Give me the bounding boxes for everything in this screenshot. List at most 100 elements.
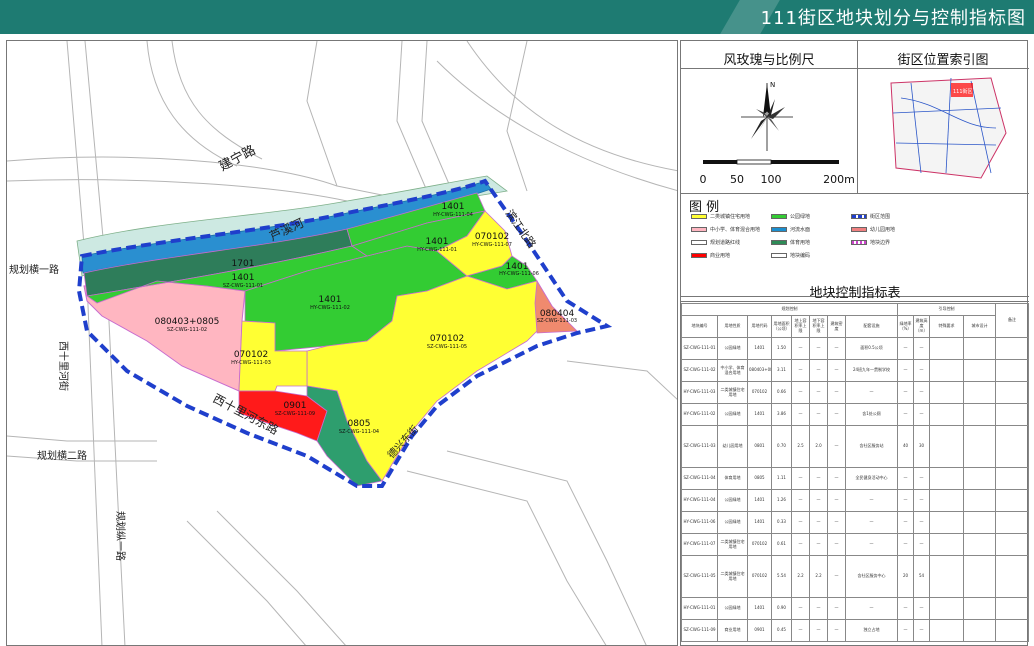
table-cell: —: [845, 597, 898, 620]
table-cell: —: [791, 511, 810, 534]
table-cell: —: [827, 511, 846, 534]
table-cell: —: [845, 511, 898, 534]
parcel-id-label: HY-CWG-111-06: [499, 271, 539, 277]
table-group-header: 引导控制: [897, 303, 996, 316]
table-cell: [995, 555, 1029, 598]
control-table: 规划控制 引导控制 备注 地块编号 用地性质 用地代码 用地面积（公顷） 地上容积率上限…: [681, 303, 1029, 642]
table-cell: —: [809, 511, 828, 534]
table-cell: 0.90: [771, 597, 792, 620]
table-header-cell: 建筑高度（m）: [913, 315, 930, 338]
table-cell: [995, 489, 1029, 512]
table-cell: [963, 555, 996, 598]
table-cell: 面积0.5公顷: [845, 337, 898, 360]
table-cell: —: [809, 597, 828, 620]
road-edge: [7, 179, 348, 202]
table-cell: [995, 337, 1029, 360]
parcel-code-label: 0805: [348, 419, 371, 429]
parcel-080404[interactable]: [534, 279, 578, 334]
table-cell: [929, 511, 964, 534]
table-cell: 体育用地: [717, 467, 748, 490]
legend-label: 中小学、体育混合用地: [710, 227, 761, 233]
table-cell: —: [791, 359, 810, 382]
table-cell: —: [913, 619, 930, 642]
legend-swatch: [691, 214, 707, 219]
divider: [681, 193, 1029, 194]
legend-label: 街区范围: [870, 214, 891, 220]
legend-swatch: [851, 214, 867, 219]
parcel-code-label: 1401: [442, 202, 465, 212]
parcel-id-label: SZ-CWG-111-03: [537, 318, 577, 324]
legend-item: 规划道路红线: [691, 239, 740, 246]
table-cell: 1401: [747, 403, 772, 426]
table-cell: [929, 403, 964, 426]
table-cell: —: [827, 359, 846, 382]
legend-swatch: [691, 227, 707, 232]
table-cell: —: [913, 359, 930, 382]
table-header-cell: 配套设施: [845, 315, 898, 338]
table-cell: —: [897, 619, 914, 642]
index-section-title: 街区位置索引图: [897, 53, 989, 68]
table-cell: —: [827, 403, 846, 426]
table-cell: SZ-CWG-111-01: [681, 337, 718, 360]
parcel-id-label: SZ-CWG-111-05: [427, 344, 467, 350]
table-cell: HY-CWG-111-02: [681, 403, 718, 426]
table-cell: 1401: [747, 511, 772, 534]
table-cell: —: [809, 337, 828, 360]
table-cell: 全民健身活动中心: [845, 467, 898, 490]
table-cell: 含1处公厕: [845, 403, 898, 426]
table-cell: —: [791, 597, 810, 620]
parcel-id-label: HY-CWG-111-01: [417, 247, 457, 253]
table-cell: —: [827, 619, 846, 642]
road-edge: [506, 41, 528, 192]
table-cell: 24班九年一贯制学校: [845, 359, 898, 382]
divider: [681, 301, 1029, 302]
legend-label: 规划道路红线: [710, 240, 741, 246]
table-cell: —: [913, 381, 930, 404]
table-cell: 3.11: [771, 359, 792, 382]
table-cell: 2.5: [791, 425, 810, 468]
legend-swatch: [691, 240, 707, 245]
road-edge: [446, 450, 647, 645]
table-cell: SZ-CWG-111-04: [681, 467, 718, 490]
table-cell: [929, 619, 964, 642]
land-use-map[interactable]: 建宁路 芦溪河 规划横一路 规划横二路 规划纵一路 西十里河街 西十里河东路 德…: [6, 40, 678, 646]
road-edge: [306, 41, 338, 187]
parcel-id-label: HY-CWG-111-02: [310, 305, 350, 311]
table-cell: —: [913, 403, 930, 426]
table-cell: [963, 511, 996, 534]
parcel-code-label: 070102: [234, 350, 268, 360]
parcel-id-label: SZ-CWG-111-09: [275, 411, 315, 417]
legend-label: 二类城镇住宅用地: [710, 214, 751, 220]
table-cell: 公园绿地: [717, 511, 748, 534]
table-row: SZ-CWG-111-01 公园绿地 1401 1.50— — — 面积0.5公顷 — —: [681, 337, 1029, 360]
table-group-header: 规划控制: [681, 303, 898, 316]
table-cell: —: [791, 467, 810, 490]
table-cell: —: [791, 619, 810, 642]
table-group-header: 备注: [995, 303, 1029, 338]
table-cell: HY-CWG-111-07: [681, 533, 718, 556]
scale-label-0: 0: [700, 173, 707, 186]
table-cell: 54: [913, 555, 930, 598]
legend-item: 地块边界: [851, 239, 890, 246]
table-cell: [995, 467, 1029, 490]
legend-swatch: [771, 214, 787, 219]
table-cell: 0.45: [771, 619, 792, 642]
map-canvas: 建宁路 芦溪河 规划横一路 规划横二路 规划纵一路 西十里河街 西十里河东路 德…: [7, 41, 677, 645]
north-label: N: [770, 81, 775, 89]
legend-swatch: [691, 253, 707, 258]
parcel-code-label: 070102: [430, 334, 464, 344]
legend-item: 街区范围: [851, 213, 890, 220]
table-cell: 30: [913, 425, 930, 468]
table-cell: 1.26: [771, 489, 792, 512]
table-cell: —: [897, 597, 914, 620]
table-cell: 含社区服务站: [845, 425, 898, 468]
table-row: SZ-CWG-111-05 二类城镇住宅用地 070102 5.54 2.2 2.2— 含社…: [681, 555, 1029, 598]
table-cell: 0.33: [771, 511, 792, 534]
table-cell: [963, 425, 996, 468]
road-edge: [566, 360, 677, 400]
table-cell: —: [897, 489, 914, 512]
legend-swatch: [851, 227, 867, 232]
table-cell: —: [827, 467, 846, 490]
parcel-code-label: 1401: [426, 237, 449, 247]
legend-item: 体育用地: [771, 239, 810, 246]
